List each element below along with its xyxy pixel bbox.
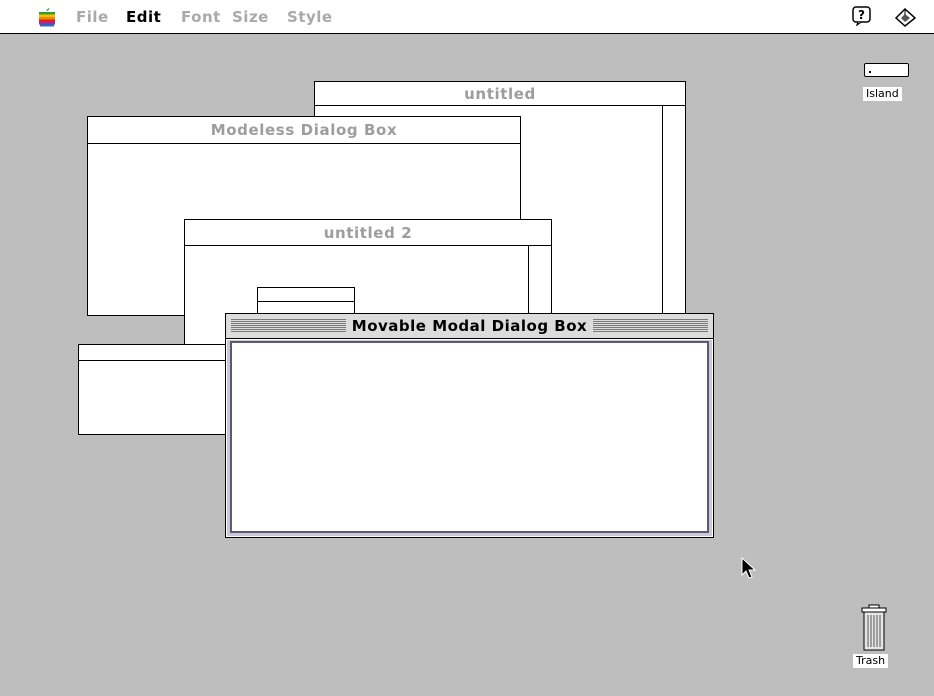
menu-edit[interactable]: Edit (126, 8, 161, 26)
window-untitled-titlebar[interactable]: untitled (315, 82, 685, 106)
modeless-dialog-titlebar[interactable]: Modeless Dialog Box (88, 117, 520, 144)
menu-size[interactable]: Size (232, 8, 269, 26)
movable-modal-dialog[interactable]: Movable Modal Dialog Box (225, 313, 714, 538)
modal-title: Movable Modal Dialog Box (345, 317, 594, 335)
disk-icon[interactable] (864, 63, 909, 77)
vertical-scrollbar[interactable] (662, 106, 685, 320)
menu-file[interactable]: File (76, 8, 109, 26)
menu-font[interactable]: Font (181, 8, 221, 26)
window-left[interactable] (78, 344, 238, 435)
modal-content (230, 341, 709, 533)
application-menu-icon[interactable] (893, 6, 919, 28)
modal-titlebar[interactable]: Movable Modal Dialog Box (226, 314, 713, 339)
window-title: untitled 2 (323, 224, 413, 242)
trash-icon[interactable] (859, 604, 889, 652)
trash-label[interactable]: Trash (853, 654, 889, 668)
window-small-titlebar[interactable] (258, 288, 354, 302)
apple-icon[interactable] (38, 7, 56, 27)
svg-text:?: ? (858, 8, 865, 22)
window-left-titlebar[interactable] (79, 345, 237, 361)
window-title: Modeless Dialog Box (210, 121, 398, 139)
arrow-cursor-icon (741, 557, 757, 579)
menu-style[interactable]: Style (287, 8, 333, 26)
menu-bar: File Edit Font Size Style ? (0, 0, 934, 34)
disk-label[interactable]: Island (863, 87, 902, 101)
help-icon[interactable]: ? (852, 6, 872, 26)
window-title: untitled (464, 85, 536, 103)
desktop[interactable]: File Edit Font Size Style ? untitled Mod… (0, 0, 934, 696)
window-untitled-2-titlebar[interactable]: untitled 2 (185, 220, 551, 246)
